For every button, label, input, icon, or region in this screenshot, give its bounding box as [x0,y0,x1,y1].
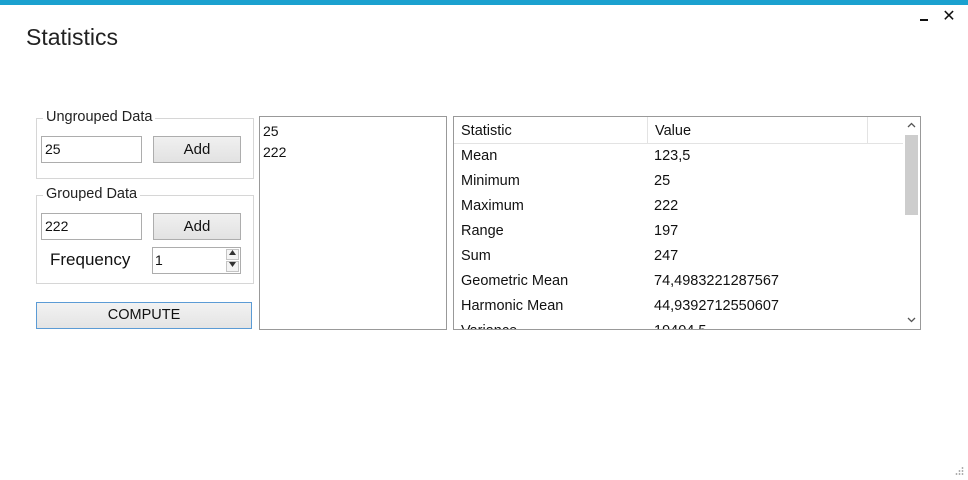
close-icon: ✕ [942,8,956,25]
statistic-cell: Sum [461,248,491,264]
column-header-value[interactable]: Value [648,117,868,143]
table-header: Statistic Value [454,117,903,144]
frequency-stepper[interactable]: 1 [152,247,241,274]
table-row[interactable]: Maximum 222 [454,194,903,219]
table-row[interactable]: Sum 247 [454,244,903,269]
title-bar-accent [0,0,968,5]
increment-button[interactable] [226,249,239,260]
value-cell: 197 [654,223,679,239]
column-header-filler [868,117,903,143]
table-row[interactable]: Range 197 [454,219,903,244]
page-title: Statistics [26,24,119,50]
table-row[interactable]: Minimum 25 [454,169,903,194]
minimize-button[interactable] [914,6,936,28]
value-cell: 247 [654,248,679,264]
compute-button[interactable]: COMPUTE [36,302,252,329]
table-body: Mean 123,5 Minimum 25 Maximum 222 Range … [454,144,903,329]
resize-dots-icon [955,467,964,475]
vertical-scrollbar[interactable] [903,117,920,329]
values-listbox[interactable]: 25 222 [259,116,447,330]
list-item[interactable]: 222 [263,142,443,163]
table-row[interactable]: Variance 19404,5 [454,319,903,329]
scroll-up-button[interactable] [903,117,920,134]
statistic-cell: Minimum [461,173,520,189]
resize-grip-icon[interactable] [954,466,964,476]
table-row[interactable]: Mean 123,5 [454,144,903,169]
grouped-value-input[interactable]: 222 [41,213,142,240]
scrollbar-thumb[interactable] [905,135,918,215]
chevron-up-icon [229,250,236,255]
frequency-value[interactable]: 1 [155,248,163,273]
column-header-statistic[interactable]: Statistic [454,117,648,143]
scroll-down-button[interactable] [903,312,920,329]
app-window: ✕ Statistics Ungrouped Data 25 Add Group… [0,0,968,480]
statistic-cell: Mean [461,148,498,164]
statistic-cell: Geometric Mean [461,273,569,289]
ungrouped-value-input[interactable]: 25 [41,136,142,163]
value-cell: 74,4983221287567 [654,273,779,289]
chevron-up-icon [907,122,916,128]
value-cell: 25 [654,173,671,189]
value-cell: 222 [654,198,679,214]
statistic-cell: Maximum [461,198,524,214]
table-row[interactable]: Geometric Mean 74,4983221287567 [454,269,903,294]
list-item[interactable]: 25 [263,121,443,142]
grouped-data-label: Grouped Data [43,186,141,202]
chevron-down-icon [229,262,236,267]
statistic-cell: Variance [461,319,517,329]
value-cell: 44,9392712550607 [654,298,779,314]
close-button[interactable]: ✕ [938,6,960,28]
statistic-cell: Harmonic Mean [461,298,564,314]
grouped-add-button[interactable]: Add [153,213,241,240]
decrement-button[interactable] [226,261,239,272]
frequency-label: Frequency [50,250,131,269]
value-cell: 19404,5 [654,319,706,329]
stepper-buttons [226,249,239,272]
results-table[interactable]: Statistic Value Mean 123,5 Minimum 25 Ma… [453,116,921,330]
value-cell: 123,5 [654,148,691,164]
ungrouped-add-button[interactable]: Add [153,136,241,163]
ungrouped-data-label: Ungrouped Data [43,109,156,125]
chevron-down-icon [907,317,916,323]
statistic-cell: Range [461,223,504,239]
table-row[interactable]: Harmonic Mean 44,9392712550607 [454,294,903,319]
